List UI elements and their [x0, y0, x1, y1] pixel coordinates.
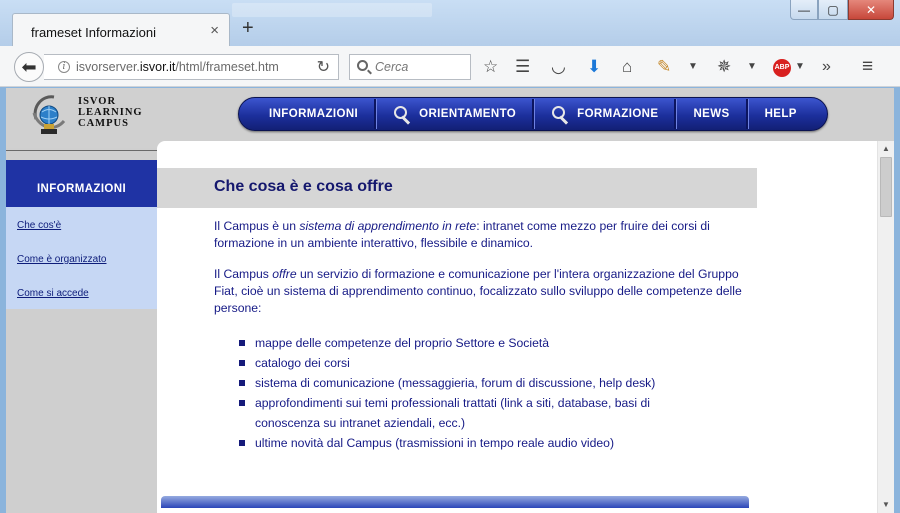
- page-title: Che cosa è e cosa offre: [214, 178, 393, 195]
- menu-item-informazioni[interactable]: INFORMAZIONI: [253, 99, 377, 129]
- title-bar: frameset Informazioni × + — ▢ ✕: [0, 0, 900, 47]
- bookmark-star-icon[interactable]: ☆: [483, 57, 498, 77]
- menu-label: NEWS: [693, 108, 730, 120]
- sidebar-link-come-si-accede[interactable]: Come si accede: [17, 288, 89, 299]
- search-icon: [357, 60, 368, 71]
- hamburger-menu-icon[interactable]: ≡: [862, 57, 873, 77]
- tab-title: frameset Informazioni: [31, 25, 156, 40]
- vertical-scrollbar[interactable]: ▲ ▼: [877, 141, 894, 513]
- minimize-button[interactable]: —: [790, 0, 818, 20]
- logo-line: CAMPUS: [78, 118, 129, 129]
- key-icon: [551, 105, 571, 123]
- scrollbar-thumb[interactable]: [880, 157, 892, 217]
- text-emphasis: sistema di apprendimento in rete: [299, 219, 477, 233]
- page-viewport: ISVOR LEARNING CAMPUS INFORMAZIONI ORIEN…: [6, 88, 894, 513]
- tab-close-icon[interactable]: ×: [210, 22, 219, 39]
- reading-list-icon[interactable]: ☰: [515, 57, 530, 77]
- bug-extension-icon[interactable]: ✵: [717, 57, 731, 77]
- content-frame: Che cosa è e cosa offre Il Campus è un s…: [157, 141, 877, 513]
- section-header: Che cosa è e cosa offre: [157, 168, 757, 208]
- logo-text: ISVOR LEARNING CAMPUS: [78, 96, 143, 129]
- paragraph-intro: Il Campus è un sistema di apprendimento …: [214, 218, 754, 252]
- overflow-menu-icon[interactable]: »: [822, 57, 831, 77]
- search-input[interactable]: Cerca: [375, 60, 408, 74]
- main-menu: INFORMAZIONI ORIENTAMENTO FORMAZIONE NEW…: [238, 97, 828, 131]
- url-host: isvorserver.: [76, 60, 140, 74]
- close-window-button[interactable]: ✕: [848, 0, 894, 20]
- reload-icon[interactable]: ↻: [317, 57, 330, 77]
- menu-item-help[interactable]: HELP: [747, 99, 813, 129]
- sidebar-heading: INFORMAZIONI: [6, 160, 157, 207]
- text-emphasis: offre: [272, 267, 297, 281]
- list-item: catalogo dei corsi: [239, 353, 709, 373]
- maximize-button[interactable]: ▢: [818, 0, 848, 20]
- menu-label: ORIENTAMENTO: [419, 108, 517, 120]
- chevron-down-icon[interactable]: ▼: [747, 57, 757, 77]
- sidebar-divider: [6, 150, 157, 151]
- broom-icon[interactable]: ✎: [657, 57, 671, 77]
- site-info-icon[interactable]: i: [58, 61, 70, 73]
- chevron-down-icon[interactable]: ▼: [795, 57, 805, 77]
- scroll-up-icon[interactable]: ▲: [878, 141, 894, 157]
- browser-tab[interactable]: frameset Informazioni ×: [12, 13, 230, 47]
- key-icon: [393, 105, 413, 123]
- text-run: Il Campus: [214, 267, 273, 281]
- menu-item-formazione[interactable]: FORMAZIONE: [534, 99, 677, 129]
- url-domain: isvor.it: [139, 60, 176, 74]
- navigation-toolbar: ⬅ i isvorserver.isvor.it/html/frameset.h…: [0, 46, 900, 87]
- globe-logo-icon: [32, 95, 66, 134]
- logo-line: LEARNING: [78, 107, 143, 118]
- header-frame: ISVOR LEARNING CAMPUS INFORMAZIONI ORIEN…: [6, 88, 894, 148]
- menu-item-news[interactable]: NEWS: [676, 99, 748, 129]
- back-button[interactable]: ⬅: [14, 52, 44, 82]
- window-controls: — ▢ ✕: [790, 0, 894, 20]
- download-icon[interactable]: ⬇: [587, 57, 601, 77]
- url-path: /html/frameset.htm: [175, 60, 279, 74]
- list-item: approfondimenti sui temi professionali t…: [239, 393, 709, 433]
- list-item: mappe delle competenze del proprio Setto…: [239, 333, 709, 353]
- new-tab-button[interactable]: +: [242, 18, 254, 38]
- offer-list: mappe delle competenze del proprio Setto…: [239, 333, 709, 453]
- back-arrow-icon: ⬅: [21, 56, 37, 77]
- menu-label: INFORMAZIONI: [269, 108, 359, 120]
- url-text: isvorserver.isvor.it/html/frameset.htm: [76, 60, 279, 74]
- background-window-tab: [232, 3, 432, 17]
- menu-label: FORMAZIONE: [577, 108, 659, 120]
- list-item: sistema di comunicazione (messaggieria, …: [239, 373, 709, 393]
- list-item: ultime novità dal Campus (trasmissioni i…: [239, 433, 709, 453]
- sidebar-links: Che cos'è Come è organizzato Come si acc…: [6, 207, 157, 309]
- menu-item-orientamento[interactable]: ORIENTAMENTO: [376, 99, 535, 129]
- sidebar-link-che-cose[interactable]: Che cos'è: [17, 220, 61, 231]
- sidebar-frame: INFORMAZIONI Che cos'è Come è organizzat…: [6, 148, 157, 513]
- home-icon[interactable]: ⌂: [622, 57, 632, 77]
- sidebar-link-come-organizzato[interactable]: Come è organizzato: [17, 254, 107, 265]
- text-run: Il Campus è un: [214, 219, 300, 233]
- pocket-icon[interactable]: ◡: [551, 57, 566, 77]
- logo-line: ISVOR: [78, 96, 117, 107]
- search-bar[interactable]: Cerca: [349, 54, 471, 80]
- paragraph-offer: Il Campus offre un servizio di formazion…: [214, 266, 754, 317]
- scroll-down-icon[interactable]: ▼: [878, 497, 894, 513]
- url-bar[interactable]: i isvorserver.isvor.it/html/frameset.htm…: [44, 54, 339, 80]
- menu-label: HELP: [764, 108, 797, 120]
- chevron-down-icon[interactable]: ▼: [688, 57, 698, 77]
- adblock-plus-icon[interactable]: ABP: [773, 59, 791, 77]
- footer-bar: [161, 496, 749, 508]
